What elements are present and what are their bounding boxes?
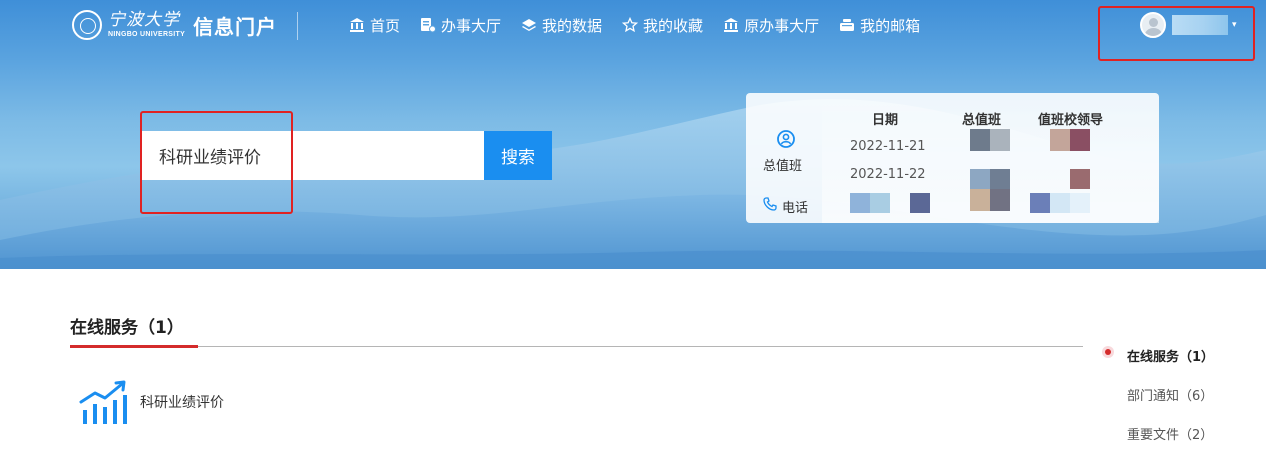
layers-icon	[521, 17, 537, 33]
search-bar: 搜索	[142, 131, 552, 180]
top-navbar: 宁波大学 NINGBO UNIVERSITY 信息门户 首页 办事大厅 我的数据…	[0, 0, 1266, 52]
bank-icon	[723, 17, 739, 33]
redacted-name	[1030, 193, 1050, 213]
university-logo[interactable]: 宁波大学 NINGBO UNIVERSITY 信息门户	[72, 8, 277, 42]
section-title: 在线服务（1）	[70, 318, 184, 338]
phone-icon	[763, 197, 777, 211]
redacted-name	[990, 169, 1010, 189]
chevron-down-icon[interactable]: ▾	[1232, 20, 1237, 30]
duty-phone-label: 电话	[782, 201, 809, 216]
bank-icon	[349, 17, 365, 33]
nav-label: 办事大厅	[441, 16, 502, 35]
star-icon	[622, 17, 639, 33]
hero-banner: 宁波大学 NINGBO UNIVERSITY 信息门户 首页 办事大厅 我的数据…	[0, 0, 1266, 269]
search-input[interactable]	[142, 131, 484, 180]
side-nav-item-department-notices[interactable]: 部门通知（6）	[1127, 385, 1266, 404]
nav-label: 我的收藏	[643, 16, 704, 35]
side-nav-item-important-files[interactable]: 重要文件（2）	[1127, 424, 1266, 443]
nav-item-home[interactable]: 首页	[349, 15, 400, 36]
redacted-name	[1070, 169, 1090, 189]
section-active-underline	[70, 345, 198, 348]
redacted-name	[1070, 193, 1090, 213]
duty-col-date: 日期	[872, 113, 899, 128]
redacted-name	[1050, 129, 1070, 151]
service-label: 科研业绩评价	[140, 395, 224, 411]
redacted-name	[970, 189, 990, 211]
nav-item-old-service-hall[interactable]: 原办事大厅	[723, 15, 819, 36]
section-divider	[70, 346, 1083, 347]
redacted-name	[850, 193, 870, 213]
logo-name-cn: 宁波大学	[108, 10, 180, 30]
main-nav: 首页 办事大厅 我的数据 我的收藏 原办事大厅 我的邮箱	[349, 14, 940, 36]
avatar[interactable]	[1140, 12, 1166, 38]
mailbox-icon	[839, 17, 855, 33]
duty-label: 总值班	[763, 159, 803, 174]
duty-date: 2022-11-21	[850, 139, 926, 154]
nav-label: 首页	[370, 16, 401, 35]
nav-item-my-data[interactable]: 我的数据	[521, 15, 602, 36]
nav-label: 我的数据	[542, 16, 603, 35]
duty-date: 2022-11-22	[850, 167, 926, 182]
growth-chart-icon	[79, 380, 127, 424]
nav-item-service-hall[interactable]: 办事大厅	[420, 15, 501, 36]
redacted-name	[910, 193, 930, 213]
nav-item-mailbox[interactable]: 我的邮箱	[839, 15, 920, 36]
nav-label: 原办事大厅	[744, 16, 820, 35]
redacted-name	[970, 169, 990, 189]
redacted-name	[990, 189, 1010, 211]
service-item[interactable]: 科研业绩评价	[78, 378, 224, 426]
search-button[interactable]: 搜索	[484, 131, 552, 180]
active-dot-icon	[1102, 346, 1114, 358]
duty-card: 总值班 电话 日期 总值班 值班校领导 2022-11-21 2022-11-2…	[746, 93, 1159, 223]
nav-item-favorites[interactable]: 我的收藏	[622, 15, 703, 36]
duty-col-chief: 总值班	[962, 113, 1002, 128]
university-seal-icon	[72, 10, 102, 40]
user-menu[interactable]: ▾	[1140, 12, 1237, 38]
redacted-name	[1050, 193, 1070, 213]
redacted-name	[970, 129, 990, 151]
logo-name-en: NINGBO UNIVERSITY	[108, 31, 186, 38]
redacted-name	[1070, 129, 1090, 151]
redacted-name	[990, 129, 1010, 151]
user-name-redacted	[1172, 15, 1228, 35]
side-nav-item-online-services[interactable]: 在线服务（1）	[1127, 346, 1266, 365]
duty-col-leader: 值班校领导	[1038, 113, 1104, 128]
portal-title: 信息门户	[193, 14, 278, 39]
logo-divider	[297, 12, 298, 40]
service-hall-icon	[420, 17, 437, 33]
nav-label: 我的邮箱	[860, 16, 921, 35]
person-icon	[777, 130, 795, 148]
redacted-name	[870, 193, 890, 213]
